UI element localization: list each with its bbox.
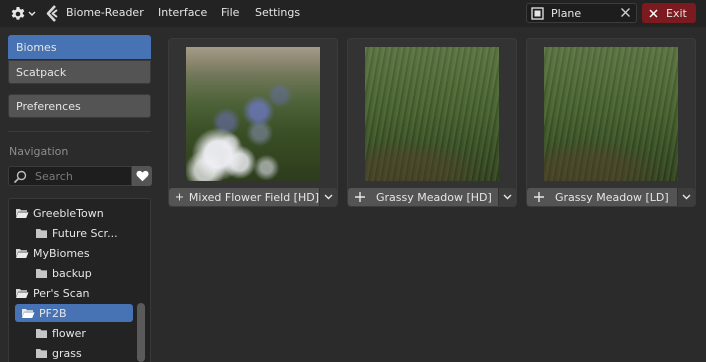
tree-scrollbar[interactable] (137, 303, 145, 362)
top-bar: Biome-Reader Interface File Settings Pla… (0, 0, 706, 27)
chevron-down-icon (682, 194, 691, 200)
folder-icon (36, 229, 47, 238)
plus-icon (355, 192, 365, 202)
biome-reader-logo-icon (46, 5, 58, 22)
folder-icon (36, 269, 47, 278)
biome-thumbnail[interactable] (365, 47, 499, 181)
tree-item-label: Future Scr... (52, 226, 118, 240)
preferences-button[interactable]: Preferences (8, 94, 151, 118)
folder-open-icon (16, 289, 29, 298)
tree-item-pf2b[interactable]: PF2B (15, 304, 133, 322)
menu-file[interactable]: File (221, 6, 239, 19)
tree-item-flower[interactable]: flower (35, 324, 133, 342)
object-field-value: Plane (551, 7, 582, 20)
tree-item-greebletown[interactable]: GreebleTown (15, 204, 133, 222)
menu-interface[interactable]: Interface (158, 6, 207, 19)
biome-card-label: Grassy Meadow [LD] (555, 190, 669, 204)
sidebar-divider (8, 131, 151, 132)
tree-item-pers-scan[interactable]: Per's Scan (15, 284, 133, 302)
tree-item-label: backup (52, 266, 92, 280)
card-options-dropdown[interactable] (499, 188, 516, 206)
chevron-down-icon (324, 194, 333, 200)
card-options-dropdown[interactable] (678, 188, 695, 206)
favorites-button[interactable] (132, 166, 152, 186)
folder-tree[interactable]: GreebleTown Future Scr... MyBiomes backu… (8, 198, 151, 362)
card-action-bar: Grassy Meadow [LD] (527, 188, 695, 207)
tab-scatpack[interactable]: Scatpack (8, 60, 151, 84)
folder-open-icon (22, 309, 35, 318)
biome-card-label: Grassy Meadow [HD] (376, 190, 492, 204)
folder-open-icon (16, 249, 29, 258)
clear-icon[interactable] (620, 7, 631, 18)
tree-item-backup[interactable]: backup (35, 264, 133, 282)
biome-card-label: Mixed Flower Field [HD] (188, 190, 319, 204)
tree-item-label: PF2B (39, 306, 67, 320)
object-icon (531, 7, 544, 20)
tree-item-grass[interactable]: grass (35, 344, 133, 362)
tab-biomes[interactable]: Biomes (8, 35, 151, 59)
preferences-label: Preferences (16, 100, 81, 113)
close-icon (649, 8, 658, 18)
plus-icon (176, 193, 183, 201)
search-icon (13, 170, 27, 184)
biome-card-mixed-flower-field[interactable]: Mixed Flower Field [HD] (168, 38, 338, 207)
add-biome-button[interactable]: Grassy Meadow [LD] (527, 188, 677, 206)
chevron-down-icon (503, 194, 512, 200)
object-field[interactable]: Plane (526, 3, 637, 23)
tree-item-label: grass (52, 346, 82, 360)
tab-biomes-label: Biomes (16, 41, 57, 54)
heart-icon (135, 170, 149, 182)
gear-menu-button[interactable] (7, 4, 41, 23)
tree-item-label: GreebleTown (33, 206, 104, 220)
add-biome-button[interactable]: Mixed Flower Field [HD] (169, 188, 319, 206)
app-title: Biome-Reader (66, 6, 144, 19)
tree-item-future-scr[interactable]: Future Scr... (35, 224, 133, 242)
menu-settings[interactable]: Settings (255, 6, 300, 19)
card-action-bar: Grassy Meadow [HD] (348, 188, 516, 207)
folder-icon (36, 349, 47, 358)
chevron-down-icon (28, 11, 36, 16)
search-placeholder: Search (35, 170, 73, 183)
exit-button[interactable]: Exit (642, 3, 696, 23)
navigation-heading: Navigation (9, 145, 69, 158)
gear-icon (11, 6, 25, 20)
add-biome-button[interactable]: Grassy Meadow [HD] (348, 188, 498, 206)
folder-icon (36, 329, 47, 338)
tree-item-label: flower (52, 326, 86, 340)
exit-label: Exit (666, 6, 687, 20)
card-action-bar: Mixed Flower Field [HD] (169, 188, 337, 207)
biome-thumbnail[interactable] (544, 47, 678, 181)
card-options-dropdown[interactable] (320, 188, 337, 206)
tree-item-mybiomes[interactable]: MyBiomes (15, 244, 133, 262)
tree-item-label: Per's Scan (33, 286, 90, 300)
plus-icon (534, 192, 544, 202)
tree-item-label: MyBiomes (33, 246, 90, 260)
folder-open-icon (16, 209, 29, 218)
tab-scatpack-label: Scatpack (16, 66, 67, 79)
biome-card-grassy-meadow-ld[interactable]: Grassy Meadow [LD] (526, 38, 696, 207)
biome-thumbnail[interactable] (186, 47, 320, 181)
biome-card-grassy-meadow-hd[interactable]: Grassy Meadow [HD] (347, 38, 517, 207)
navigation-search-input[interactable]: Search (8, 166, 132, 186)
